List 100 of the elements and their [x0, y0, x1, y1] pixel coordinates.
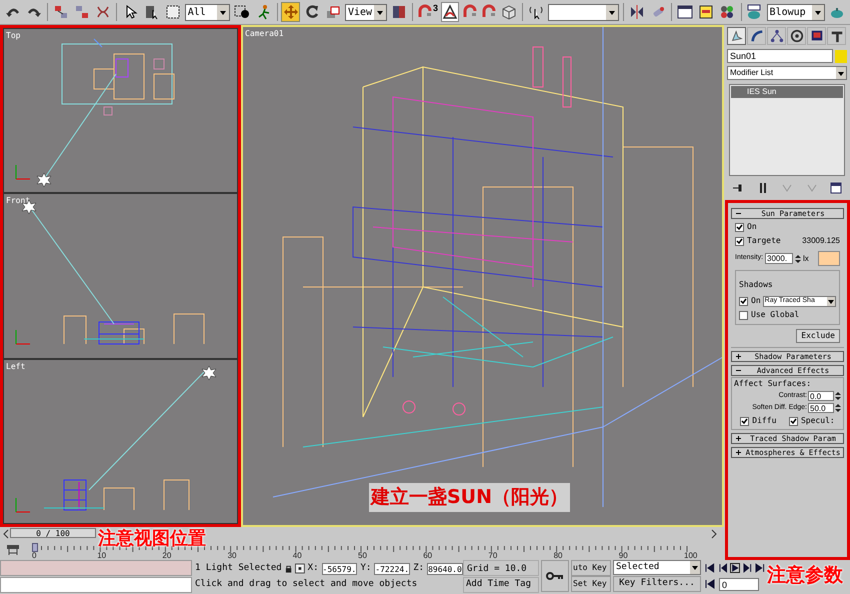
object-color-swatch[interactable]	[835, 50, 847, 62]
checkbox-label: On	[747, 221, 757, 233]
checkbox-label: Targete	[747, 235, 781, 247]
hierarchy-icon	[770, 29, 784, 43]
viewport[interactable]: Front	[3, 193, 238, 359]
viewport[interactable]: Camera01 建立一盏SUN（阳光）	[241, 25, 724, 527]
modifier-list-dropdown[interactable]: Modifier List	[727, 66, 847, 80]
curve-icon	[750, 29, 764, 43]
auto-key-button[interactable]: uto Key	[571, 560, 611, 576]
checkbox[interactable]	[735, 222, 744, 232]
utilities-tab[interactable]	[827, 27, 846, 45]
checkbox[interactable]	[739, 296, 748, 306]
frame-number: 20	[162, 551, 172, 560]
frame-marker[interactable]	[32, 543, 38, 552]
axis-tripod-icon	[16, 497, 30, 512]
viewport[interactable]: Left	[3, 358, 238, 524]
set-key-button[interactable]	[541, 560, 569, 592]
sun-light-icon	[36, 172, 52, 188]
frame-number: 10	[97, 551, 106, 560]
named-selection-dropdown[interactable]	[548, 4, 620, 20]
motion-tab[interactable]	[787, 27, 806, 45]
viewport-label[interactable]: Camera01	[245, 28, 284, 40]
frame-number: 0	[32, 551, 36, 560]
viewport[interactable]: Top	[3, 28, 238, 194]
viewport-label[interactable]: Top	[6, 30, 20, 42]
play-icon[interactable]	[730, 563, 740, 573]
target-distance: 33009.125	[802, 235, 840, 247]
render-type-dropdown[interactable]: Blowup	[766, 4, 825, 20]
absolute-mode-icon[interactable]	[294, 563, 305, 574]
prompt-line: Click and drag to select and move objects	[195, 578, 418, 591]
viewport-label[interactable]: Front	[6, 195, 30, 208]
create-tab[interactable]	[727, 27, 746, 45]
track-key-icon	[6, 544, 20, 556]
angle-snap-icon[interactable]	[441, 2, 460, 22]
plus-icon	[734, 434, 743, 443]
time-slider[interactable]: 0 / 100	[10, 528, 96, 538]
coordinate-field[interactable]: 89640.0	[427, 562, 464, 574]
add-time-tag-button[interactable]: Add Time Tag	[463, 577, 539, 593]
checkbox-label: Specul:	[800, 415, 835, 427]
frame-number: 80	[554, 551, 562, 560]
set-key-mode-button[interactable]: Set Key	[571, 576, 611, 592]
key-icon	[546, 571, 564, 581]
coordinate-field[interactable]: -72224.	[374, 562, 410, 574]
checkbox[interactable]	[788, 416, 798, 426]
group-title: Affect Surfaces:	[734, 378, 812, 390]
number-field[interactable]: 50.0	[808, 402, 834, 413]
plus-icon	[734, 448, 743, 457]
grid-size: Grid = 10.0	[463, 560, 539, 576]
configure-sets-icon[interactable]	[829, 181, 843, 195]
annotation-text: 注意视图位置	[98, 528, 206, 548]
unit-label: lx	[803, 252, 809, 264]
axis-tripod-icon	[16, 330, 30, 345]
coordinate-field[interactable]: -56579.	[322, 562, 358, 574]
go-to-start-icon[interactable]	[705, 563, 715, 573]
frame-number: 50	[358, 551, 367, 560]
checkbox[interactable]	[735, 236, 744, 246]
selection-filter-dropdown[interactable]: All	[184, 4, 230, 20]
object-name-field[interactable]: Sun01	[727, 49, 833, 63]
checkbox[interactable]	[740, 416, 750, 426]
dropdown-arrow-icon	[827, 296, 835, 306]
next-frame-icon[interactable]	[742, 563, 752, 573]
script-input-field[interactable]	[0, 577, 192, 593]
wheel-icon	[790, 29, 804, 43]
number-field[interactable]: 0.0	[808, 391, 834, 402]
key-mode-dropdown[interactable]: Selected	[613, 560, 701, 575]
group-title: Shadows	[739, 280, 773, 289]
intensity-field[interactable]: 3000.	[765, 253, 794, 264]
key-mode-toggle-icon[interactable]	[705, 579, 715, 589]
modifier-stack-item[interactable]: IES Sun	[731, 86, 843, 98]
axis-label: X:	[308, 562, 319, 575]
checkbox-label: Use Global	[751, 309, 800, 321]
current-frame-field[interactable]: 0	[719, 578, 759, 590]
selection-count: 1 Light Selected	[195, 562, 282, 575]
lock-icon[interactable]	[284, 564, 292, 574]
annotation-text: 注意参数	[767, 563, 843, 588]
sun-light-icon	[202, 365, 216, 380]
viewport-label[interactable]: Left	[6, 360, 26, 373]
modify-tab[interactable]	[747, 27, 766, 45]
checkbox-label: On	[751, 295, 761, 307]
script-listener-field[interactable]	[0, 560, 192, 576]
monitor-icon	[810, 29, 824, 43]
frame-number: 30	[228, 551, 236, 560]
previous-frame-icon[interactable]	[718, 563, 728, 573]
display-tab[interactable]	[807, 27, 826, 45]
key-filters-button[interactable]: Key Filters...	[613, 576, 701, 592]
move-arrows-icon[interactable]	[281, 2, 300, 22]
go-to-end-icon[interactable]	[755, 563, 765, 573]
plus-icon	[734, 352, 743, 361]
sun-color-swatch[interactable]	[818, 251, 840, 266]
hierarchy-tab[interactable]	[767, 27, 786, 45]
frame-number: 40	[292, 551, 302, 560]
frame-number: 90	[618, 551, 628, 560]
checkbox-label: Diffu	[752, 415, 776, 427]
reference-coordinate-dropdown[interactable]: View	[344, 4, 388, 20]
axis-tripod-icon	[16, 164, 30, 180]
exclude-button[interactable]: Exclude	[796, 329, 840, 343]
cursor-icon	[730, 29, 744, 43]
frame-number: 70	[488, 551, 498, 560]
frame-number: 100	[684, 551, 698, 560]
checkbox[interactable]	[739, 310, 748, 320]
